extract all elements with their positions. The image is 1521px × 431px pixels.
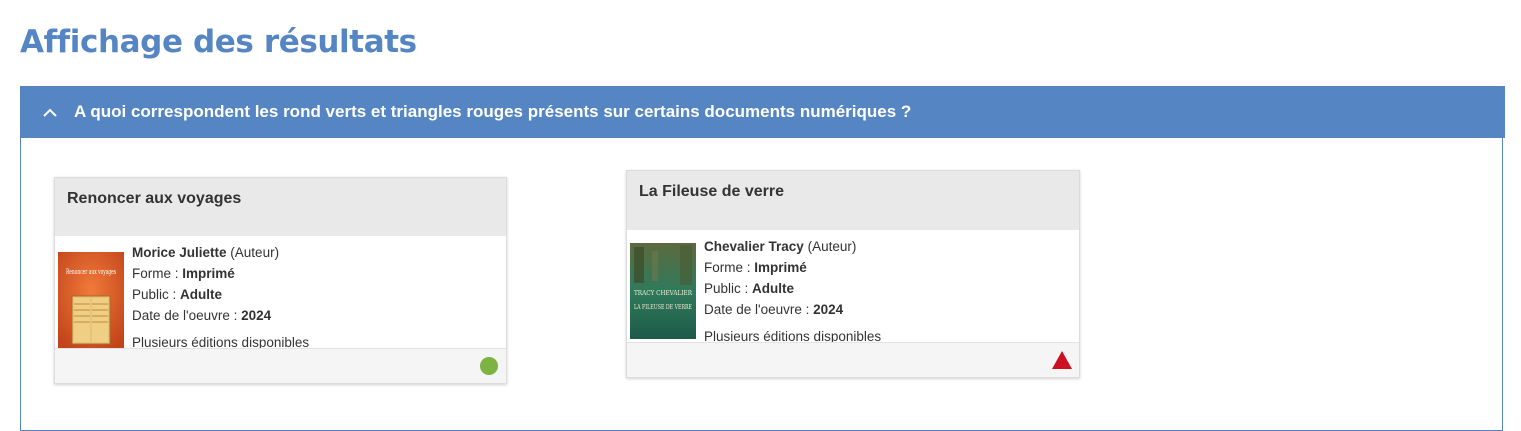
editions-text: Plusieurs éditions disponibles — [132, 335, 310, 349]
card-header: La Fileuse de verre — [627, 171, 1079, 230]
date-label: Date de l'oeuvre : — [704, 302, 814, 317]
editions-text: Plusieurs éditions disponibles — [704, 329, 882, 343]
result-card[interactable]: Renoncer aux voyages Renoncer aux voyage… — [54, 177, 507, 384]
card-title-link[interactable]: La Fileuse de verre — [639, 183, 784, 201]
accordion-title: A quoi correspondent les rond verts et t… — [74, 102, 912, 121]
card-body: Renoncer aux voyages Morice Juliette (Au… — [55, 236, 506, 349]
date-label: Date de l'oeuvre : — [132, 308, 242, 323]
public-value: Adulte — [752, 281, 795, 296]
author-name[interactable]: Morice Juliette — [132, 245, 227, 260]
public-value: Adulte — [180, 287, 223, 302]
green-circle-icon — [480, 357, 498, 375]
page-title: Affichage des résultats — [20, 23, 417, 60]
form-value: Imprimé — [754, 260, 807, 275]
author-role: (Auteur) — [230, 245, 280, 260]
form-label: Forme : — [132, 266, 183, 281]
form-value: Imprimé — [182, 266, 235, 281]
svg-text:LA FILEUSE DE VERRE: LA FILEUSE DE VERRE — [634, 303, 692, 311]
result-card[interactable]: La Fileuse de verre TRACY CHEVALIER LA F… — [626, 170, 1080, 378]
card-footer — [627, 342, 1079, 377]
card-body: TRACY CHEVALIER LA FILEUSE DE VERRE Chev… — [627, 230, 1079, 343]
faq-accordion: A quoi correspondent les rond verts et t… — [20, 86, 1505, 431]
card-header: Renoncer aux voyages — [55, 178, 506, 236]
public-label: Public : — [132, 287, 181, 302]
accordion-header[interactable]: A quoi correspondent les rond verts et t… — [20, 86, 1505, 138]
chevron-up-icon[interactable] — [38, 100, 62, 124]
public-label: Public : — [704, 281, 753, 296]
book-cover-image[interactable]: Renoncer aux voyages — [58, 252, 124, 348]
svg-text:TRACY CHEVALIER: TRACY CHEVALIER — [634, 289, 693, 297]
date-value: 2024 — [241, 308, 272, 323]
card-footer — [55, 348, 506, 383]
book-cover-image[interactable]: TRACY CHEVALIER LA FILEUSE DE VERRE — [630, 243, 696, 339]
date-value: 2024 — [813, 302, 844, 317]
author-name[interactable]: Chevalier Tracy — [704, 239, 804, 254]
svg-text:Renoncer aux voyages: Renoncer aux voyages — [66, 268, 116, 276]
form-label: Forme : — [704, 260, 755, 275]
card-info: Morice Juliette (Auteur) Forme : Imprimé… — [132, 242, 309, 349]
card-title-link[interactable]: Renoncer aux voyages — [67, 190, 241, 208]
author-role: (Auteur) — [807, 239, 857, 254]
card-info: Chevalier Tracy (Auteur) Forme : Imprimé… — [704, 236, 881, 343]
red-triangle-icon — [1052, 351, 1072, 369]
